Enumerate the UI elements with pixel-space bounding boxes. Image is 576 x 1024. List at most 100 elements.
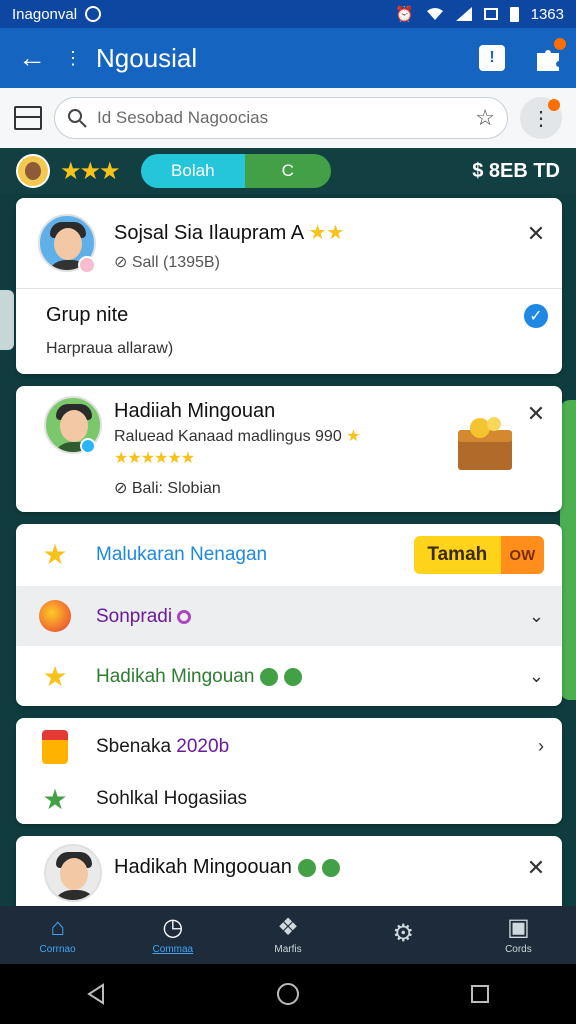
purple-dot-icon — [177, 609, 192, 624]
add-button[interactable]: Tamah OW — [414, 536, 544, 574]
system-back-button[interactable] — [76, 974, 116, 1014]
nav-item-cards[interactable]: ▣ Cords — [461, 906, 576, 964]
star-outline-icon[interactable]: ☆ — [475, 105, 495, 131]
carrier-label: Inagonval — [12, 5, 78, 23]
info-button[interactable]: ! — [464, 28, 520, 88]
segment-toggle: Bolah C — [140, 154, 331, 188]
green-badge-icon — [260, 667, 279, 686]
map-icon: ❖ — [277, 914, 299, 941]
home-icon: ⌂ — [50, 914, 65, 941]
star-icons: ★★ — [308, 222, 345, 244]
nav-item-maps[interactable]: ❖ Marfis — [230, 906, 345, 964]
nav-item-settings[interactable]: ⚙ — [346, 906, 461, 964]
info-icon: ! — [479, 45, 505, 71]
item-row-sbenaka[interactable]: Sbenaka 2020b › — [16, 718, 562, 776]
menu-row-label: Malukaran Nenagan — [96, 544, 268, 565]
group-title: Grup nite — [46, 304, 129, 326]
emoji-icon — [38, 599, 72, 633]
nav-label: Corrnao — [39, 944, 76, 955]
more-vert-icon: ⋮ — [531, 107, 551, 130]
signal-icon — [455, 7, 472, 21]
nav-item-history[interactable]: ◷ Commaa — [115, 906, 230, 964]
reward-card: Hadiiah Mingouan Raluead Kanaad madlingu… — [16, 386, 562, 512]
status-bar: Inagonval ⏰ 1363 — [0, 0, 576, 28]
segment-left[interactable]: Bolah — [140, 154, 246, 188]
coin-balance: $ 8EB TD — [472, 159, 560, 182]
search-placeholder: Id Sesobad Nagoocias — [97, 108, 269, 127]
search-input[interactable]: Id Sesobad Nagoocias ☆ — [54, 97, 508, 139]
item-row-label: Sohlkal Hogasiias — [96, 788, 248, 809]
app-bar: ← ⋮ Ngousial ! — [0, 28, 576, 88]
side-decoration-left — [0, 290, 14, 350]
close-icon: ✕ — [526, 401, 546, 426]
sim-icon — [483, 8, 498, 20]
game-header: ★★★ Bolah C $ 8EB TD — [0, 148, 576, 194]
system-nav — [0, 964, 576, 1024]
drink-icon — [38, 730, 72, 764]
battery-icon — [509, 6, 519, 22]
item-row-sohlkal[interactable]: ★ Sohlkal Hogasiias — [16, 772, 562, 824]
menu-row-hadikah[interactable]: ★ Hadikah Mingouan ⌄ — [16, 646, 562, 706]
menu-row-rewards[interactable]: ★ Malukaran Nenagan Tamah OW — [16, 524, 562, 584]
level-stars: ★★★ — [60, 157, 121, 185]
search-row: Id Sesobad Nagoocias ☆ ⋮ — [0, 88, 576, 148]
close-icon: ✕ — [526, 221, 546, 246]
group-subtitle: Harpraua allaraw) — [46, 340, 174, 357]
clock-time: 1363 — [530, 5, 564, 23]
bottom-nav: ⌂ Corrnao ◷ Commaa ❖ Marfis ⚙ ▣ Cords — [0, 906, 576, 964]
menu-row-label: Hadikah Mingouan — [96, 666, 303, 688]
puzzle-button[interactable] — [520, 28, 576, 88]
items-card: Sbenaka 2020b › ★ Sohlkal Hogasiias — [16, 718, 562, 824]
green-star-icon: ★ — [42, 783, 68, 815]
nav-label: Marfis — [274, 944, 302, 955]
arrow-left-icon: ← — [18, 42, 46, 73]
menu-card: ★ Malukaran Nenagan Tamah OW Sonpradi ⌄ … — [16, 524, 562, 706]
collapse-button[interactable]: ✕ — [522, 854, 550, 882]
chevron-right-icon: › — [538, 736, 544, 756]
nav-item-home[interactable]: ⌂ Corrnao — [0, 906, 115, 964]
layout-icon[interactable] — [14, 106, 42, 130]
green-badge-icon — [284, 667, 303, 686]
star-icon: ★ — [42, 538, 68, 570]
small-star-icon: ★ — [346, 428, 361, 445]
more-badge — [548, 99, 560, 111]
segment-right[interactable]: C — [245, 154, 331, 188]
system-home-button[interactable] — [268, 974, 308, 1014]
last-card: Hadikah Mingoouan ✕ — [16, 836, 562, 908]
divider-dots: ⋮ — [64, 47, 82, 68]
check-icon[interactable]: ✓ — [524, 304, 548, 328]
circle-home-icon — [277, 983, 299, 1005]
add-button-label: Tamah — [414, 536, 501, 574]
treasure-chest-icon — [458, 417, 512, 470]
menu-row-sonpradi[interactable]: Sonpradi ⌄ — [16, 586, 562, 646]
app-title: Ngousial — [96, 42, 198, 73]
green-badge-icon — [297, 858, 316, 877]
close-button[interactable]: ✕ — [522, 400, 550, 428]
collapse-icon: ✕ — [526, 855, 546, 880]
alarm-icon: ⏰ — [394, 6, 414, 23]
player-avatar[interactable] — [16, 154, 50, 188]
last-card-title: Hadikah Mingoouan — [114, 856, 340, 879]
back-button[interactable]: ← — [0, 28, 64, 88]
user-avatar[interactable] — [44, 844, 102, 902]
menu-row-label: Sonpradi — [96, 606, 192, 628]
profile-meta: ⊘ Sall (1395B) — [114, 254, 220, 271]
green-badge-icon — [321, 858, 340, 877]
triangle-back-icon — [87, 983, 104, 1005]
reward-rating: ★★★★★★ — [114, 450, 195, 467]
card-icon: ▣ — [507, 914, 530, 941]
more-button[interactable]: ⋮ — [520, 97, 562, 139]
chevron-down-icon: ⌄ — [528, 666, 544, 686]
close-button[interactable]: ✕ — [522, 220, 550, 248]
system-recents-button[interactable] — [460, 974, 500, 1014]
wifi-icon — [426, 8, 443, 20]
square-recents-icon — [471, 985, 489, 1003]
notification-badge — [554, 38, 566, 50]
chevron-down-icon: ⌄ — [528, 606, 544, 626]
profile-name: Sojsal Sia Ilaupram A ★★ — [114, 222, 345, 244]
verified-badge-icon — [80, 438, 96, 454]
reward-title: Hadiiah Mingouan — [114, 400, 276, 422]
item-row-label: Sbenaka 2020b — [96, 736, 230, 757]
face-icon — [25, 162, 41, 180]
search-icon — [68, 109, 87, 128]
